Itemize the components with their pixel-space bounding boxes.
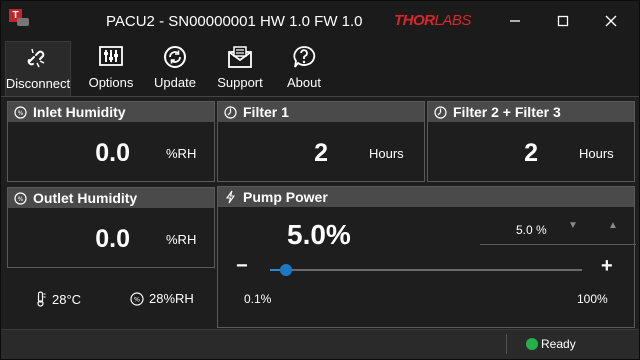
status-separator bbox=[506, 334, 507, 354]
panel-title: Filter 1 bbox=[243, 104, 289, 120]
ambient-temperature-value: 28°C bbox=[52, 291, 82, 307]
panel-title: Outlet Humidity bbox=[33, 190, 138, 206]
options-icon bbox=[99, 46, 123, 66]
panel-title: Inlet Humidity bbox=[33, 104, 126, 120]
slider-max-label: 100% bbox=[577, 292, 608, 306]
filter1-unit: Hours bbox=[369, 146, 404, 161]
options-button[interactable]: Options bbox=[85, 41, 137, 97]
pump-power-slider[interactable] bbox=[270, 264, 582, 276]
humidity-icon: % bbox=[14, 105, 27, 119]
update-button[interactable]: Update bbox=[151, 41, 199, 97]
status-text: Ready bbox=[541, 337, 576, 351]
status-bar: Ready bbox=[1, 329, 639, 359]
panel-header: % Outlet Humidity bbox=[8, 188, 214, 208]
decrease-button[interactable]: − bbox=[236, 255, 248, 278]
toolbar-label-options: Options bbox=[88, 75, 134, 90]
toolbar-label-disconnect: Disconnect bbox=[5, 76, 71, 91]
toolbar-label-support: Support bbox=[217, 75, 263, 90]
panel-title: Filter 2 + Filter 3 bbox=[453, 104, 561, 120]
humidity-icon: % bbox=[130, 291, 144, 306]
clock-icon bbox=[224, 105, 237, 119]
toolbar-label-about: About bbox=[287, 75, 321, 90]
outlet-humidity-panel: % Outlet Humidity 0.0 %RH bbox=[7, 187, 215, 268]
slider-thumb[interactable] bbox=[279, 264, 292, 276]
status-indicator-icon bbox=[526, 338, 538, 350]
panel-header: % Inlet Humidity bbox=[8, 102, 214, 122]
maximize-icon bbox=[557, 15, 569, 27]
disconnect-button[interactable]: Disconnect bbox=[5, 41, 71, 97]
maximize-button[interactable] bbox=[545, 7, 581, 35]
close-icon bbox=[605, 15, 617, 27]
close-button[interactable] bbox=[593, 7, 629, 35]
pump-power-spinbox[interactable]: 5.0 % ▼ ▲ bbox=[480, 215, 636, 245]
outlet-humidity-value: 0.0 bbox=[95, 225, 130, 253]
title-bar[interactable]: T PACU2 - SN00000001 HW 1.0 FW 1.0 THORL… bbox=[1, 1, 639, 41]
ambient-humidity-value: 28%RH bbox=[149, 291, 194, 306]
about-button[interactable]: About bbox=[282, 41, 326, 97]
filter23-unit: Hours bbox=[579, 146, 614, 161]
svg-text:%: % bbox=[18, 196, 24, 203]
outlet-humidity-unit: %RH bbox=[166, 232, 197, 247]
ambient-humidity: % 28%RH bbox=[130, 291, 194, 306]
panel-header: Filter 1 bbox=[218, 102, 424, 122]
unlink-icon bbox=[27, 48, 45, 68]
filter23-panel: Filter 2 + Filter 3 2 Hours bbox=[427, 101, 635, 182]
refresh-icon bbox=[164, 46, 186, 68]
filter1-panel: Filter 1 2 Hours bbox=[217, 101, 425, 182]
svg-text:%: % bbox=[134, 295, 140, 303]
lightning-icon bbox=[224, 190, 237, 204]
window-title: PACU2 - SN00000001 HW 1.0 FW 1.0 bbox=[106, 13, 363, 30]
pump-spin-value[interactable]: 5.0 % bbox=[516, 223, 547, 237]
question-icon bbox=[293, 46, 316, 68]
pump-power-value: 5.0% bbox=[287, 219, 351, 250]
humidity-icon: % bbox=[14, 191, 27, 205]
minimize-button[interactable] bbox=[497, 7, 533, 35]
thorlabs-logo: THORLABS bbox=[394, 12, 471, 29]
inlet-humidity-value: 0.0 bbox=[95, 139, 130, 167]
slider-min-label: 0.1% bbox=[244, 292, 272, 306]
envelope-icon bbox=[228, 46, 252, 68]
inlet-humidity-panel: % Inlet Humidity 0.0 %RH bbox=[7, 101, 215, 182]
filter1-value: 2 bbox=[314, 139, 328, 167]
spin-up-button[interactable]: ▲ bbox=[608, 220, 618, 231]
inlet-humidity-unit: %RH bbox=[166, 146, 197, 161]
main-window: T PACU2 - SN00000001 HW 1.0 FW 1.0 THORL… bbox=[0, 0, 640, 360]
panel-header: Pump Power bbox=[218, 187, 634, 207]
app-icon: T bbox=[9, 9, 29, 29]
thermometer-icon bbox=[37, 291, 46, 307]
toolbar: Disconnect Options Update Support About bbox=[1, 41, 639, 97]
panel-title: Pump Power bbox=[243, 189, 328, 205]
toolbar-label-update: Update bbox=[154, 75, 196, 90]
svg-text:%: % bbox=[18, 110, 24, 117]
clock-icon bbox=[434, 105, 447, 119]
panel-header: Filter 2 + Filter 3 bbox=[428, 102, 634, 122]
spin-down-button[interactable]: ▼ bbox=[568, 220, 578, 231]
minimize-icon bbox=[510, 20, 520, 22]
pump-power-panel: Pump Power 5.0% 5.0 % ▼ ▲ − + 0.1% 100% bbox=[217, 186, 636, 328]
increase-button[interactable]: + bbox=[601, 255, 613, 278]
toolbar-divider bbox=[1, 96, 639, 97]
filter23-value: 2 bbox=[524, 139, 538, 167]
ambient-temperature: 28°C bbox=[35, 291, 81, 307]
support-button[interactable]: Support bbox=[214, 41, 266, 97]
